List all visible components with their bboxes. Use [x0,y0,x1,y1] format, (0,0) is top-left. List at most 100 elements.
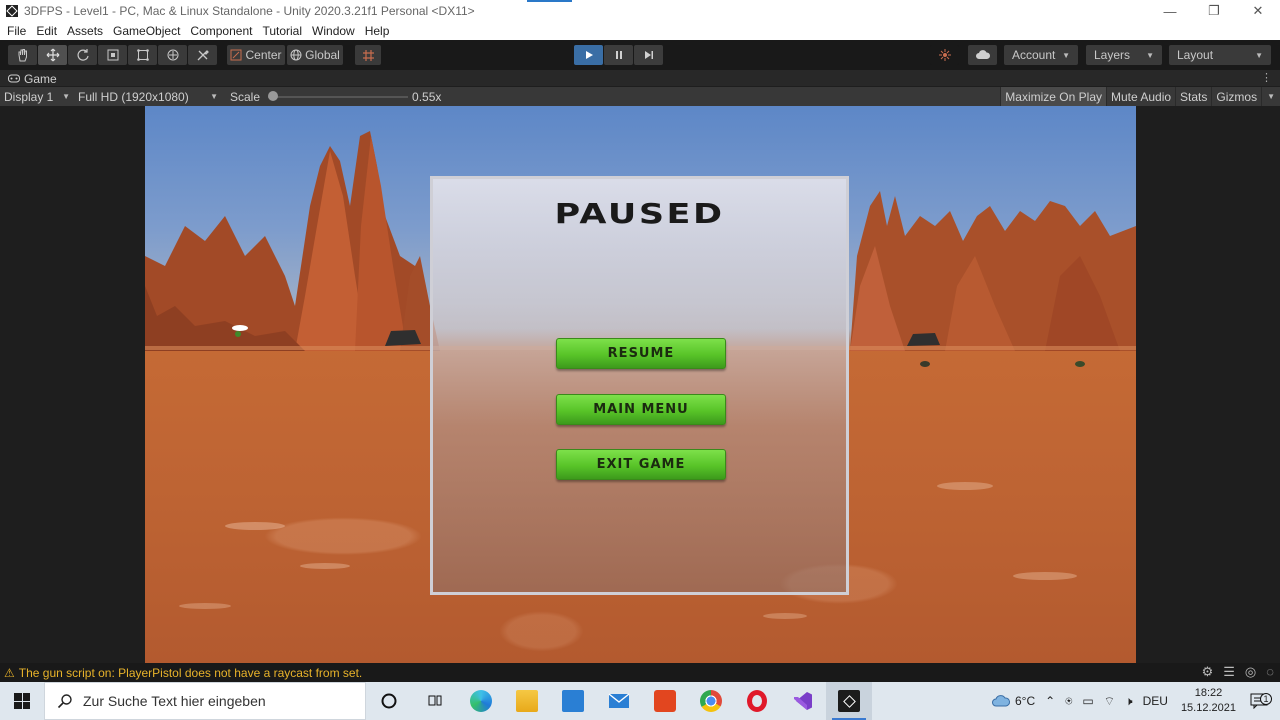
warning-icon: ⚠ [4,665,15,680]
tray-chevron-up-icon[interactable]: ⌃ [1040,694,1060,708]
search-input[interactable] [83,693,343,709]
menu-file[interactable]: File [2,24,31,38]
scale-value: 0.55x [412,89,442,104]
menu-bar: File Edit Assets GameObject Component Tu… [0,22,1280,40]
start-button[interactable] [0,682,44,720]
wifi-icon[interactable]: ⌔ [1099,694,1120,709]
title-bar: 3DFPS - Level1 - PC, Mac & Linux Standal… [0,0,1280,22]
menu-help[interactable]: Help [360,24,395,38]
chevron-down-icon: ▼ [1062,50,1070,60]
notification-center-button[interactable]: 1 [1244,693,1280,709]
layout-label: Layout [1177,48,1214,62]
chevron-down-icon: ▼ [1267,92,1275,101]
game-tab-bar: Game ⋮ [0,70,1280,87]
lighting-icon[interactable]: ◎ [1245,664,1256,680]
rotate-tool-icon[interactable] [68,45,97,65]
more-options-icon[interactable]: ⋮ [1261,71,1272,84]
pivot-mode-button[interactable]: Center [227,45,285,65]
transform-tool-icon[interactable] [158,45,187,65]
restore-button[interactable]: ❐ [1192,0,1236,22]
unity-logo-icon [6,5,18,17]
play-button[interactable] [574,45,603,65]
clock[interactable]: 18:22 15.12.2021 [1173,686,1244,716]
visual-studio-icon[interactable] [780,682,826,720]
scale-label: Scale [230,89,261,104]
main-menu-button[interactable]: MAIN MENU [556,394,726,425]
console-warning-message[interactable]: The gun script on: PlayerPistol does not… [19,666,363,680]
file-explorer-icon[interactable] [504,682,550,720]
layers-status-icon[interactable]: ☰ [1223,664,1235,680]
menu-tutorial[interactable]: Tutorial [257,24,307,38]
collab-icon[interactable] [930,45,959,65]
menu-window[interactable]: Window [307,24,360,38]
unity-editor-taskbar-icon[interactable] [826,682,872,720]
task-view-icon[interactable] [412,682,458,720]
play-icon [585,51,593,59]
weather-widget[interactable]: 6°C [986,694,1040,708]
windows-taskbar: 6°C ⌃ ⍟ ▭ ⌔ 🕨 DEU 18:22 15.12.2021 1 [0,682,1280,720]
cortana-icon[interactable] [366,682,412,720]
edge-browser-icon[interactable] [458,682,504,720]
gizmos-dropdown[interactable]: ▼ [1261,87,1280,106]
stats-toggle[interactable]: Stats [1175,87,1211,106]
console-status-bar[interactable]: ⚠ The gun script on: PlayerPistol does n… [0,663,1280,682]
maximize-on-play-toggle[interactable]: Maximize On Play [1000,87,1106,106]
people-icon[interactable]: ⍟ [1060,694,1077,709]
pause-button[interactable] [604,45,633,65]
account-label: Account [1012,48,1056,62]
rect-tool-icon[interactable] [128,45,157,65]
move-tool-icon[interactable] [38,45,67,65]
scale-tool-icon[interactable] [98,45,127,65]
layout-dropdown[interactable]: Layout ▼ [1169,45,1271,65]
main-toolbar: Center Global Account ▼ Layers ▼ Layout … [0,40,1280,70]
step-button[interactable] [634,45,663,65]
resume-button[interactable]: RESUME [556,338,726,369]
volume-icon[interactable]: 🕨 [1120,694,1138,709]
scale-slider[interactable] [268,87,409,106]
opera-icon[interactable] [734,682,780,720]
game-viewport[interactable]: PAUSED RESUME MAIN MENU EXIT GAME [145,106,1136,663]
menu-edit[interactable]: Edit [31,24,62,38]
chrome-icon[interactable] [688,682,734,720]
search-icon [57,694,72,709]
menu-component[interactable]: Component [185,24,257,38]
resolution-dropdown[interactable]: Full HD (1920x1080) ▼ [74,87,222,106]
menu-assets[interactable]: Assets [62,24,108,38]
weather-cloud-icon [992,695,1010,707]
weather-temp: 6°C [1015,694,1036,708]
resolution-label: Full HD (1920x1080) [78,89,189,104]
cloud-icon[interactable] [968,45,997,65]
gizmos-toggle[interactable]: Gizmos [1211,87,1261,106]
progress-icon[interactable]: ◌ [1266,664,1274,680]
scale-slider-knob[interactable] [268,91,279,101]
grid-snap-icon[interactable] [355,45,381,65]
close-button[interactable]: ✕ [1236,0,1280,22]
pivot-space-button[interactable]: Global [287,45,343,65]
layers-label: Layers [1094,48,1131,62]
menu-gameobject[interactable]: GameObject [108,24,185,38]
office-icon[interactable] [642,682,688,720]
gamepad-icon [8,74,20,83]
hand-tool-icon[interactable] [8,45,37,65]
bug-icon[interactable]: ⚙ [1202,664,1214,680]
chevron-down-icon: ▼ [62,92,70,101]
tab-game-label: Game [24,71,57,86]
account-dropdown[interactable]: Account ▼ [1004,45,1078,65]
minimize-button[interactable]: — [1148,0,1192,22]
battery-icon[interactable]: ▭ [1077,694,1098,708]
system-tray: 6°C ⌃ ⍟ ▭ ⌔ 🕨 DEU 18:22 15.12.2021 1 [986,682,1280,720]
custom-tool-icon[interactable] [188,45,217,65]
store-icon[interactable] [550,682,596,720]
exit-game-button[interactable]: EXIT GAME [556,449,726,480]
chevron-down-icon: ▼ [210,92,218,101]
chevron-down-icon: ▼ [1255,50,1263,60]
layers-dropdown[interactable]: Layers ▼ [1086,45,1162,65]
language-indicator[interactable]: DEU [1138,694,1173,708]
tab-game[interactable]: Game [0,70,65,87]
mute-audio-toggle[interactable]: Mute Audio [1106,87,1175,106]
pause-menu-panel: PAUSED RESUME MAIN MENU EXIT GAME [430,176,849,595]
space-label: Global [305,48,340,62]
mail-icon[interactable] [596,682,642,720]
taskbar-search[interactable] [44,682,366,720]
display-dropdown[interactable]: Display 1 ▼ [0,87,74,106]
